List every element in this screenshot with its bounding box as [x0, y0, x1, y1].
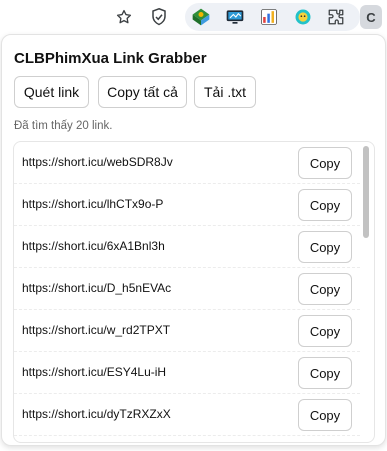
copy-link-button[interactable]: Copy — [298, 399, 352, 431]
link-url: https://short.icu/ESY4Lu-iH — [22, 365, 167, 379]
copy-link-button[interactable]: Copy — [298, 147, 352, 179]
copy-link-button[interactable]: Copy — [298, 273, 352, 305]
list-item: https://short.icu/w_rd2TPXT Copy — [14, 310, 360, 352]
download-manager-icon[interactable] — [189, 5, 213, 29]
copy-link-button[interactable]: Copy — [298, 189, 352, 221]
star-icon[interactable] — [112, 5, 136, 29]
list-item: https://short.icu/6xA1Bnl3h Copy — [14, 226, 360, 268]
monitor-icon[interactable] — [223, 5, 247, 29]
list-item: https://short.icu/webSDR8Jv Copy — [14, 142, 360, 184]
copy-all-button[interactable]: Copy tất cả — [98, 76, 187, 108]
link-url: https://short.icu/webSDR8Jv — [22, 155, 173, 169]
copy-link-button[interactable]: Copy — [298, 357, 352, 389]
copy-link-button[interactable]: Copy — [298, 231, 352, 263]
list-item: https://short.icu/lhCTx9o-P Copy — [14, 184, 360, 226]
profile-letter: C — [366, 9, 376, 25]
scan-links-button[interactable]: Quét link — [14, 76, 89, 108]
link-list: https://short.icu/webSDR8Jv Copy https:/… — [13, 141, 375, 443]
copy-link-button[interactable]: Copy — [298, 315, 352, 347]
download-txt-button[interactable]: Tải .txt — [194, 76, 256, 108]
scrollbar-thumb[interactable] — [363, 146, 369, 238]
smiley-extension-icon[interactable] — [291, 5, 315, 29]
shield-icon[interactable] — [147, 5, 171, 29]
status-text: Đã tìm thấy 20 link. — [14, 120, 113, 132]
browser-toolbar: C — [0, 0, 387, 34]
list-item: https://short.icu/dyTzRXZxX Copy — [14, 394, 360, 436]
link-url: https://short.icu/w_rd2TPXT — [22, 323, 171, 337]
link-url: https://short.icu/lhCTx9o-P — [22, 197, 164, 211]
puzzle-icon[interactable] — [324, 5, 348, 29]
extension-popup: CLBPhimXua Link Grabber Quét link Copy t… — [1, 34, 386, 446]
list-item: https://short.icu/ESY4Lu-iH Copy — [14, 352, 360, 394]
chart-extension-icon[interactable] — [257, 5, 281, 29]
link-url: https://short.icu/D_h5nEVAc — [22, 281, 172, 295]
list-scrollbar[interactable] — [360, 142, 374, 442]
link-url: https://short.icu/6xA1Bnl3h — [22, 239, 165, 253]
link-url: https://short.icu/dyTzRXZxX — [22, 407, 171, 421]
c-profile-icon[interactable]: C — [360, 5, 382, 29]
popup-title: CLBPhimXua Link Grabber — [14, 50, 207, 67]
list-item: https://short.icu/D_h5nEVAc Copy — [14, 268, 360, 310]
